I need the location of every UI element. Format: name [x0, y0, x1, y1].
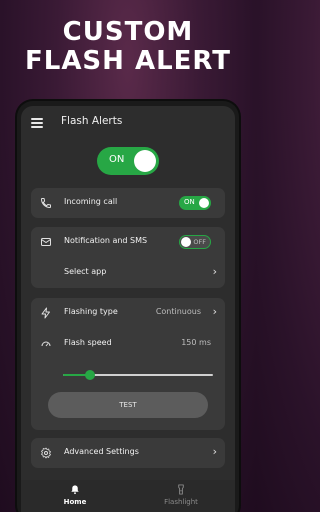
notification-label: Notification and SMS	[64, 236, 148, 245]
flash-speed-slider[interactable]	[63, 370, 213, 380]
incoming-call-label: Incoming call	[64, 197, 118, 206]
chevron-right-icon: ›	[212, 305, 217, 318]
app-screen: Flash Alerts ON Incoming call ON Notific…	[21, 106, 235, 512]
slider-thumb[interactable]	[85, 370, 95, 380]
flash-speed-value: 150 ms	[181, 338, 211, 347]
nav-flashlight[interactable]: Flashlight	[141, 484, 221, 512]
notification-card: Notification and SMS OFF Select app ›	[31, 227, 225, 288]
gear-icon	[41, 447, 51, 459]
flash-speed-row: Flash speed 150 ms	[31, 330, 225, 358]
incoming-call-card: Incoming call ON	[31, 188, 225, 218]
app-title: Flash Alerts	[61, 115, 123, 127]
chevron-right-icon: ›	[212, 445, 217, 458]
flash-speed-label: Flash speed	[64, 338, 112, 347]
select-app-label: Select app	[64, 267, 107, 276]
nav-home[interactable]: Home	[35, 484, 115, 512]
bottom-navigation: Home Flashlight	[21, 480, 235, 512]
advanced-settings-card: Advanced Settings ›	[31, 438, 225, 468]
nav-flashlight-label: Flashlight	[164, 498, 198, 506]
flashing-type-label: Flashing type	[64, 307, 118, 316]
master-toggle-knob	[134, 150, 156, 172]
master-toggle[interactable]: ON	[97, 147, 159, 175]
hamburger-menu-icon[interactable]	[31, 118, 43, 128]
notification-switch[interactable]: OFF	[179, 235, 211, 249]
lightning-icon	[41, 307, 50, 319]
promo-title-line2: FLASH ALERT	[24, 46, 232, 76]
phone-icon	[40, 198, 51, 209]
envelope-icon	[41, 238, 51, 246]
speedometer-icon	[41, 341, 51, 347]
promo-title-line1: CUSTOM	[62, 17, 194, 47]
incoming-call-switch-label: ON	[184, 198, 195, 206]
flashlight-icon	[178, 484, 184, 495]
incoming-call-switch[interactable]: ON	[179, 196, 211, 210]
promo-title: CUSTOM FLASH ALERT	[0, 18, 256, 76]
incoming-call-switch-knob	[199, 198, 209, 208]
test-button[interactable]: TEST	[48, 392, 208, 418]
advanced-settings-row[interactable]: Advanced Settings ›	[31, 439, 225, 467]
incoming-call-row[interactable]: Incoming call ON	[31, 189, 225, 217]
notification-row[interactable]: Notification and SMS OFF	[31, 228, 225, 256]
app-bar: Flash Alerts	[21, 106, 235, 140]
bell-icon	[71, 485, 79, 495]
flashing-type-value: Continuous	[155, 307, 201, 316]
chevron-right-icon: ›	[212, 265, 217, 278]
master-toggle-label: ON	[109, 154, 125, 165]
notification-switch-label: OFF	[193, 238, 206, 246]
select-app-row[interactable]: Select app ›	[31, 259, 225, 287]
flashing-type-row[interactable]: Flashing type Continuous ›	[31, 299, 225, 327]
nav-home-label: Home	[63, 498, 87, 506]
advanced-settings-label: Advanced Settings	[64, 447, 139, 456]
notification-switch-knob	[181, 237, 191, 247]
